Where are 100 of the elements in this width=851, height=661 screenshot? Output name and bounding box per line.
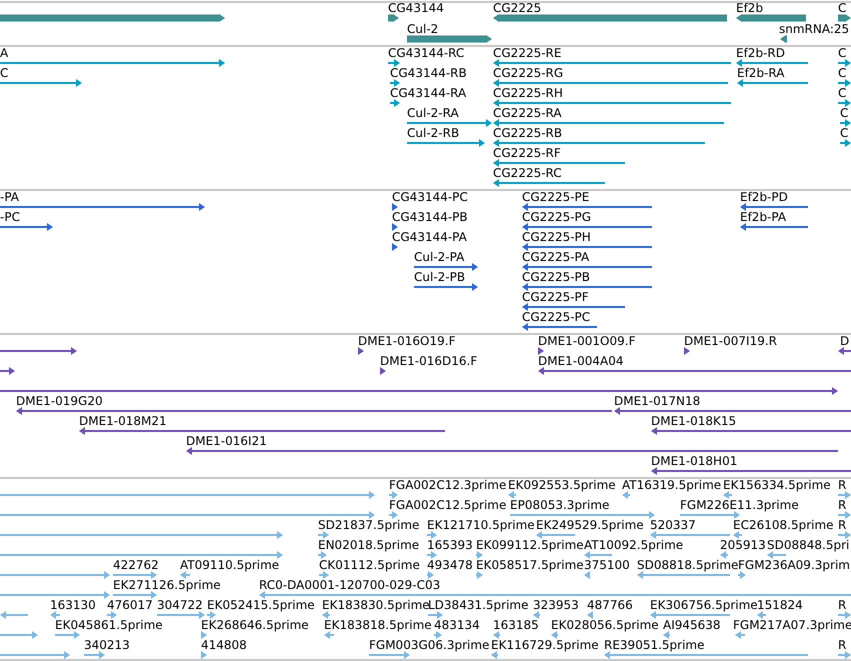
est-glyph[interactable] [201, 631, 207, 639]
est-glyph[interactable] [389, 491, 398, 499]
est-glyph[interactable] [551, 631, 558, 639]
gene-glyph[interactable] [407, 35, 492, 43]
protein-glyph[interactable] [522, 303, 625, 311]
est-glyph[interactable] [84, 651, 105, 659]
est-glyph[interactable] [55, 631, 80, 639]
protein-glyph[interactable] [392, 223, 398, 231]
est-glyph[interactable] [838, 611, 851, 619]
est-glyph[interactable] [389, 511, 398, 519]
est-glyph[interactable] [508, 491, 516, 499]
transcript-glyph[interactable] [838, 99, 851, 107]
gene-glyph[interactable] [780, 35, 787, 43]
protein-glyph[interactable] [392, 243, 398, 251]
transcript-glyph[interactable] [737, 79, 808, 87]
est-glyph[interactable] [324, 631, 334, 639]
gene-glyph[interactable] [388, 14, 399, 22]
protein-glyph[interactable] [522, 323, 597, 331]
est-glyph[interactable] [318, 551, 327, 559]
transcript-glyph[interactable] [493, 99, 731, 107]
transcript-glyph[interactable] [493, 79, 728, 87]
clone-glyph[interactable] [0, 347, 77, 355]
est-glyph[interactable] [584, 551, 612, 559]
transcript-glyph[interactable] [390, 99, 400, 107]
est-glyph[interactable] [838, 651, 851, 659]
est-glyph[interactable] [0, 651, 70, 659]
est-glyph[interactable] [637, 571, 730, 579]
est-glyph[interactable] [0, 491, 375, 499]
est-glyph[interactable] [427, 531, 437, 539]
est-glyph[interactable] [427, 551, 437, 559]
protein-glyph[interactable] [0, 223, 53, 231]
est-glyph[interactable] [738, 571, 746, 579]
est-glyph[interactable] [757, 611, 766, 619]
est-glyph[interactable] [180, 571, 190, 579]
gene-glyph[interactable] [736, 14, 806, 22]
clone-glyph[interactable] [538, 347, 544, 355]
clone-glyph[interactable] [16, 407, 612, 415]
transcript-glyph[interactable] [493, 119, 724, 127]
est-glyph[interactable] [322, 611, 330, 619]
est-glyph[interactable] [767, 551, 786, 559]
est-glyph[interactable] [157, 611, 205, 619]
est-glyph[interactable] [587, 611, 593, 619]
gene-glyph[interactable] [493, 14, 727, 22]
transcript-glyph[interactable] [840, 119, 851, 127]
est-glyph[interactable] [838, 491, 851, 499]
protein-glyph[interactable] [522, 243, 652, 251]
est-glyph[interactable] [369, 651, 410, 659]
est-glyph[interactable] [50, 611, 60, 619]
est-glyph[interactable] [113, 571, 157, 579]
transcript-glyph[interactable] [0, 79, 82, 87]
est-glyph[interactable] [319, 571, 329, 579]
clone-glyph[interactable] [380, 367, 386, 375]
est-glyph[interactable] [510, 511, 655, 519]
est-glyph[interactable] [584, 571, 590, 579]
est-glyph[interactable] [650, 611, 730, 619]
clone-glyph[interactable] [0, 367, 15, 375]
est-glyph[interactable] [0, 591, 110, 599]
transcript-glyph[interactable] [838, 59, 851, 67]
protein-glyph[interactable] [522, 263, 652, 271]
est-glyph[interactable] [434, 631, 442, 639]
clone-glyph[interactable] [614, 407, 851, 415]
est-glyph[interactable] [0, 611, 28, 619]
est-glyph[interactable] [207, 611, 216, 619]
clone-glyph[interactable] [651, 467, 851, 475]
est-glyph[interactable] [622, 491, 630, 499]
protein-glyph[interactable] [740, 223, 808, 231]
est-glyph[interactable] [107, 611, 117, 619]
est-glyph[interactable] [0, 631, 38, 639]
transcript-glyph[interactable] [0, 59, 225, 67]
est-glyph[interactable] [604, 651, 808, 659]
est-glyph[interactable] [0, 511, 375, 519]
est-glyph[interactable] [201, 651, 207, 659]
transcript-glyph[interactable] [493, 139, 705, 147]
clone-glyph[interactable] [79, 427, 445, 435]
transcript-glyph[interactable] [493, 159, 625, 167]
est-glyph[interactable] [0, 571, 110, 579]
est-glyph[interactable] [650, 531, 730, 539]
est-glyph[interactable] [838, 531, 851, 539]
est-glyph[interactable] [113, 591, 157, 599]
clone-glyph[interactable] [0, 387, 838, 395]
protein-glyph[interactable] [740, 203, 808, 211]
clone-glyph[interactable] [358, 347, 364, 355]
transcript-glyph[interactable] [493, 179, 605, 187]
transcript-glyph[interactable] [388, 59, 400, 67]
clone-glyph[interactable] [538, 367, 851, 375]
est-glyph[interactable] [493, 631, 500, 639]
protein-glyph[interactable] [522, 203, 652, 211]
protein-glyph[interactable] [522, 283, 652, 291]
est-glyph[interactable] [476, 551, 483, 559]
est-glyph[interactable] [733, 531, 742, 539]
clone-glyph[interactable] [651, 427, 851, 435]
protein-glyph[interactable] [0, 203, 205, 211]
transcript-glyph[interactable] [407, 119, 492, 127]
est-glyph[interactable] [259, 591, 851, 599]
est-glyph[interactable] [720, 551, 728, 559]
est-glyph[interactable] [663, 631, 670, 639]
clone-glyph[interactable] [186, 447, 838, 455]
est-glyph[interactable] [318, 531, 329, 539]
protein-glyph[interactable] [392, 203, 398, 211]
transcript-glyph[interactable] [736, 59, 808, 67]
